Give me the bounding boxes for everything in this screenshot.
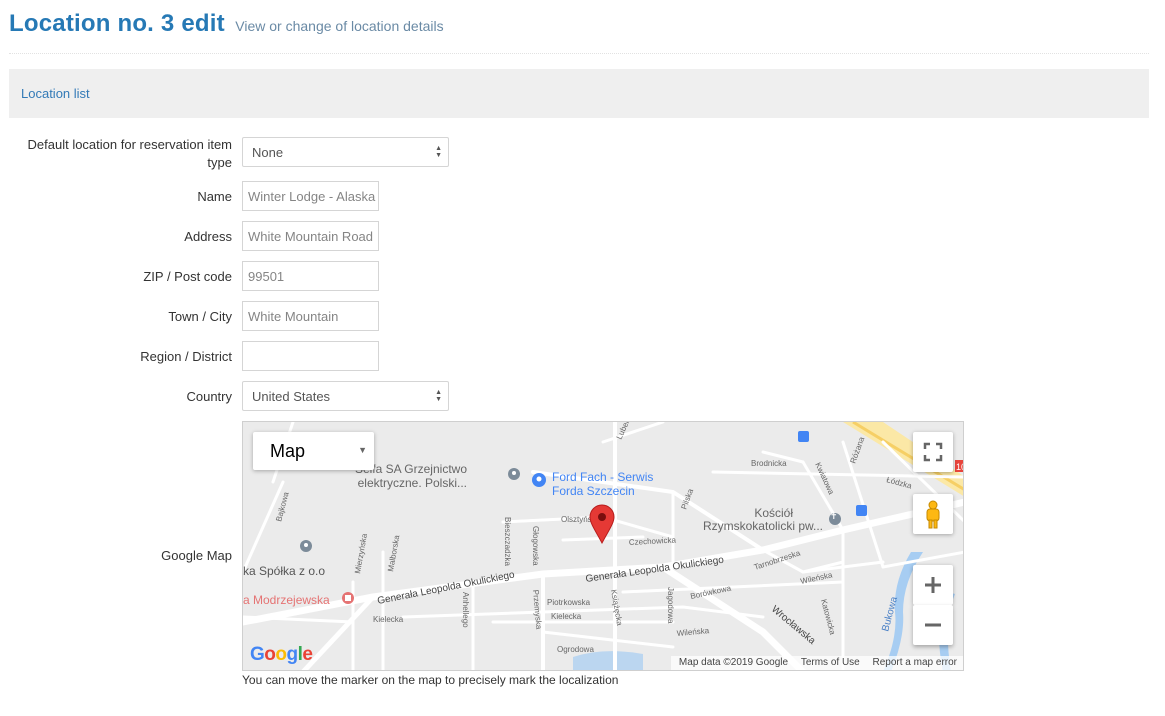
map-type-selector[interactable]: Map ▼ xyxy=(253,432,374,470)
page-header: Location no. 3 edit View or change of lo… xyxy=(9,10,1149,54)
map-type-value: Map xyxy=(270,441,306,461)
town-label: Town / City xyxy=(168,309,232,324)
default-type-select[interactable]: None ▲ ▼ xyxy=(242,137,449,167)
minus-icon xyxy=(925,623,941,627)
default-type-value: None xyxy=(252,145,284,160)
page-subtitle: View or change of location details xyxy=(235,18,444,34)
poi-label-ford-2: Forda Szczecin xyxy=(552,484,635,498)
caret-down-icon: ▼ xyxy=(358,445,367,455)
name-input[interactable]: Winter Lodge - Alaska xyxy=(242,181,379,211)
poi-label-spolka: ka Spółka z o.o xyxy=(243,564,325,578)
address-input[interactable]: White Mountain Road xyxy=(242,221,379,251)
select-arrows-icon: ▲ ▼ xyxy=(435,389,442,403)
bus-stop-icon[interactable] xyxy=(798,431,809,442)
report-map-error-link[interactable]: Report a map error xyxy=(873,657,957,668)
street-label: Kielecka xyxy=(373,615,404,624)
page-title: Location no. 3 edit xyxy=(9,10,225,37)
street-label: Bieszczadzka xyxy=(503,517,512,566)
map-hint: You can move the marker on the map to pr… xyxy=(242,673,619,687)
default-type-label: Default location for reservation item ty… xyxy=(27,137,232,170)
zip-input[interactable]: 99501 xyxy=(242,261,379,291)
street-label: Głogowska xyxy=(531,526,540,566)
pegman-icon xyxy=(926,500,940,529)
street-label: Piotrkowska xyxy=(547,598,591,607)
svg-text:✝: ✝ xyxy=(830,511,838,521)
fullscreen-icon xyxy=(923,442,943,462)
fullscreen-button[interactable] xyxy=(913,432,953,472)
street-label: Kielecka xyxy=(551,612,582,621)
country-value: United States xyxy=(252,389,331,404)
select-arrows-icon: ▲ ▼ xyxy=(435,145,442,159)
google-map[interactable]: Generała Leopolda Okulickiego Generała L… xyxy=(242,421,964,671)
zoom-in-button[interactable] xyxy=(913,565,953,605)
poi-label-ford-1: Ford Fach - Serwis xyxy=(552,470,653,484)
poi-label-kosciol-2: Rzymskokatolicki pw... xyxy=(703,519,823,533)
region-input[interactable] xyxy=(242,341,379,371)
map-label: Google Map xyxy=(161,548,232,563)
google-logo: Google xyxy=(250,644,313,665)
map-footer: Map data ©2019 Google Terms of Use Repor… xyxy=(670,656,963,670)
poi-label-kosciol-1: Kościół xyxy=(754,506,793,520)
terms-of-use-link[interactable]: Terms of Use xyxy=(801,657,860,668)
map-data-text: Map data ©2019 Google xyxy=(678,657,789,668)
zoom-out-button[interactable] xyxy=(913,605,953,645)
street-label: Ogrodowa xyxy=(557,645,594,654)
bus-stop-icon[interactable] xyxy=(856,505,867,516)
toolbar: Location list xyxy=(9,69,1149,118)
zip-label: ZIP / Post code xyxy=(143,269,232,284)
poi-label-selfa-2: elektryczne. Polski... xyxy=(358,476,467,490)
address-label: Address xyxy=(184,229,232,244)
name-label: Name xyxy=(197,189,232,204)
street-label: Anhellego xyxy=(461,592,470,628)
road-number-text: 10 xyxy=(956,462,964,472)
region-label: Region / District xyxy=(140,349,232,364)
poi-label-modrzejewska: a Modrzejewska xyxy=(243,593,330,607)
country-label: Country xyxy=(186,389,232,404)
location-list-link[interactable]: Location list xyxy=(21,86,90,101)
street-label: Brodnicka xyxy=(751,459,787,468)
street-view-button[interactable] xyxy=(913,494,953,534)
plus-icon xyxy=(925,577,941,593)
town-input[interactable]: White Mountain xyxy=(242,301,379,331)
country-select[interactable]: United States ▲ ▼ xyxy=(242,381,449,411)
street-label: Jagodowa xyxy=(666,587,675,624)
